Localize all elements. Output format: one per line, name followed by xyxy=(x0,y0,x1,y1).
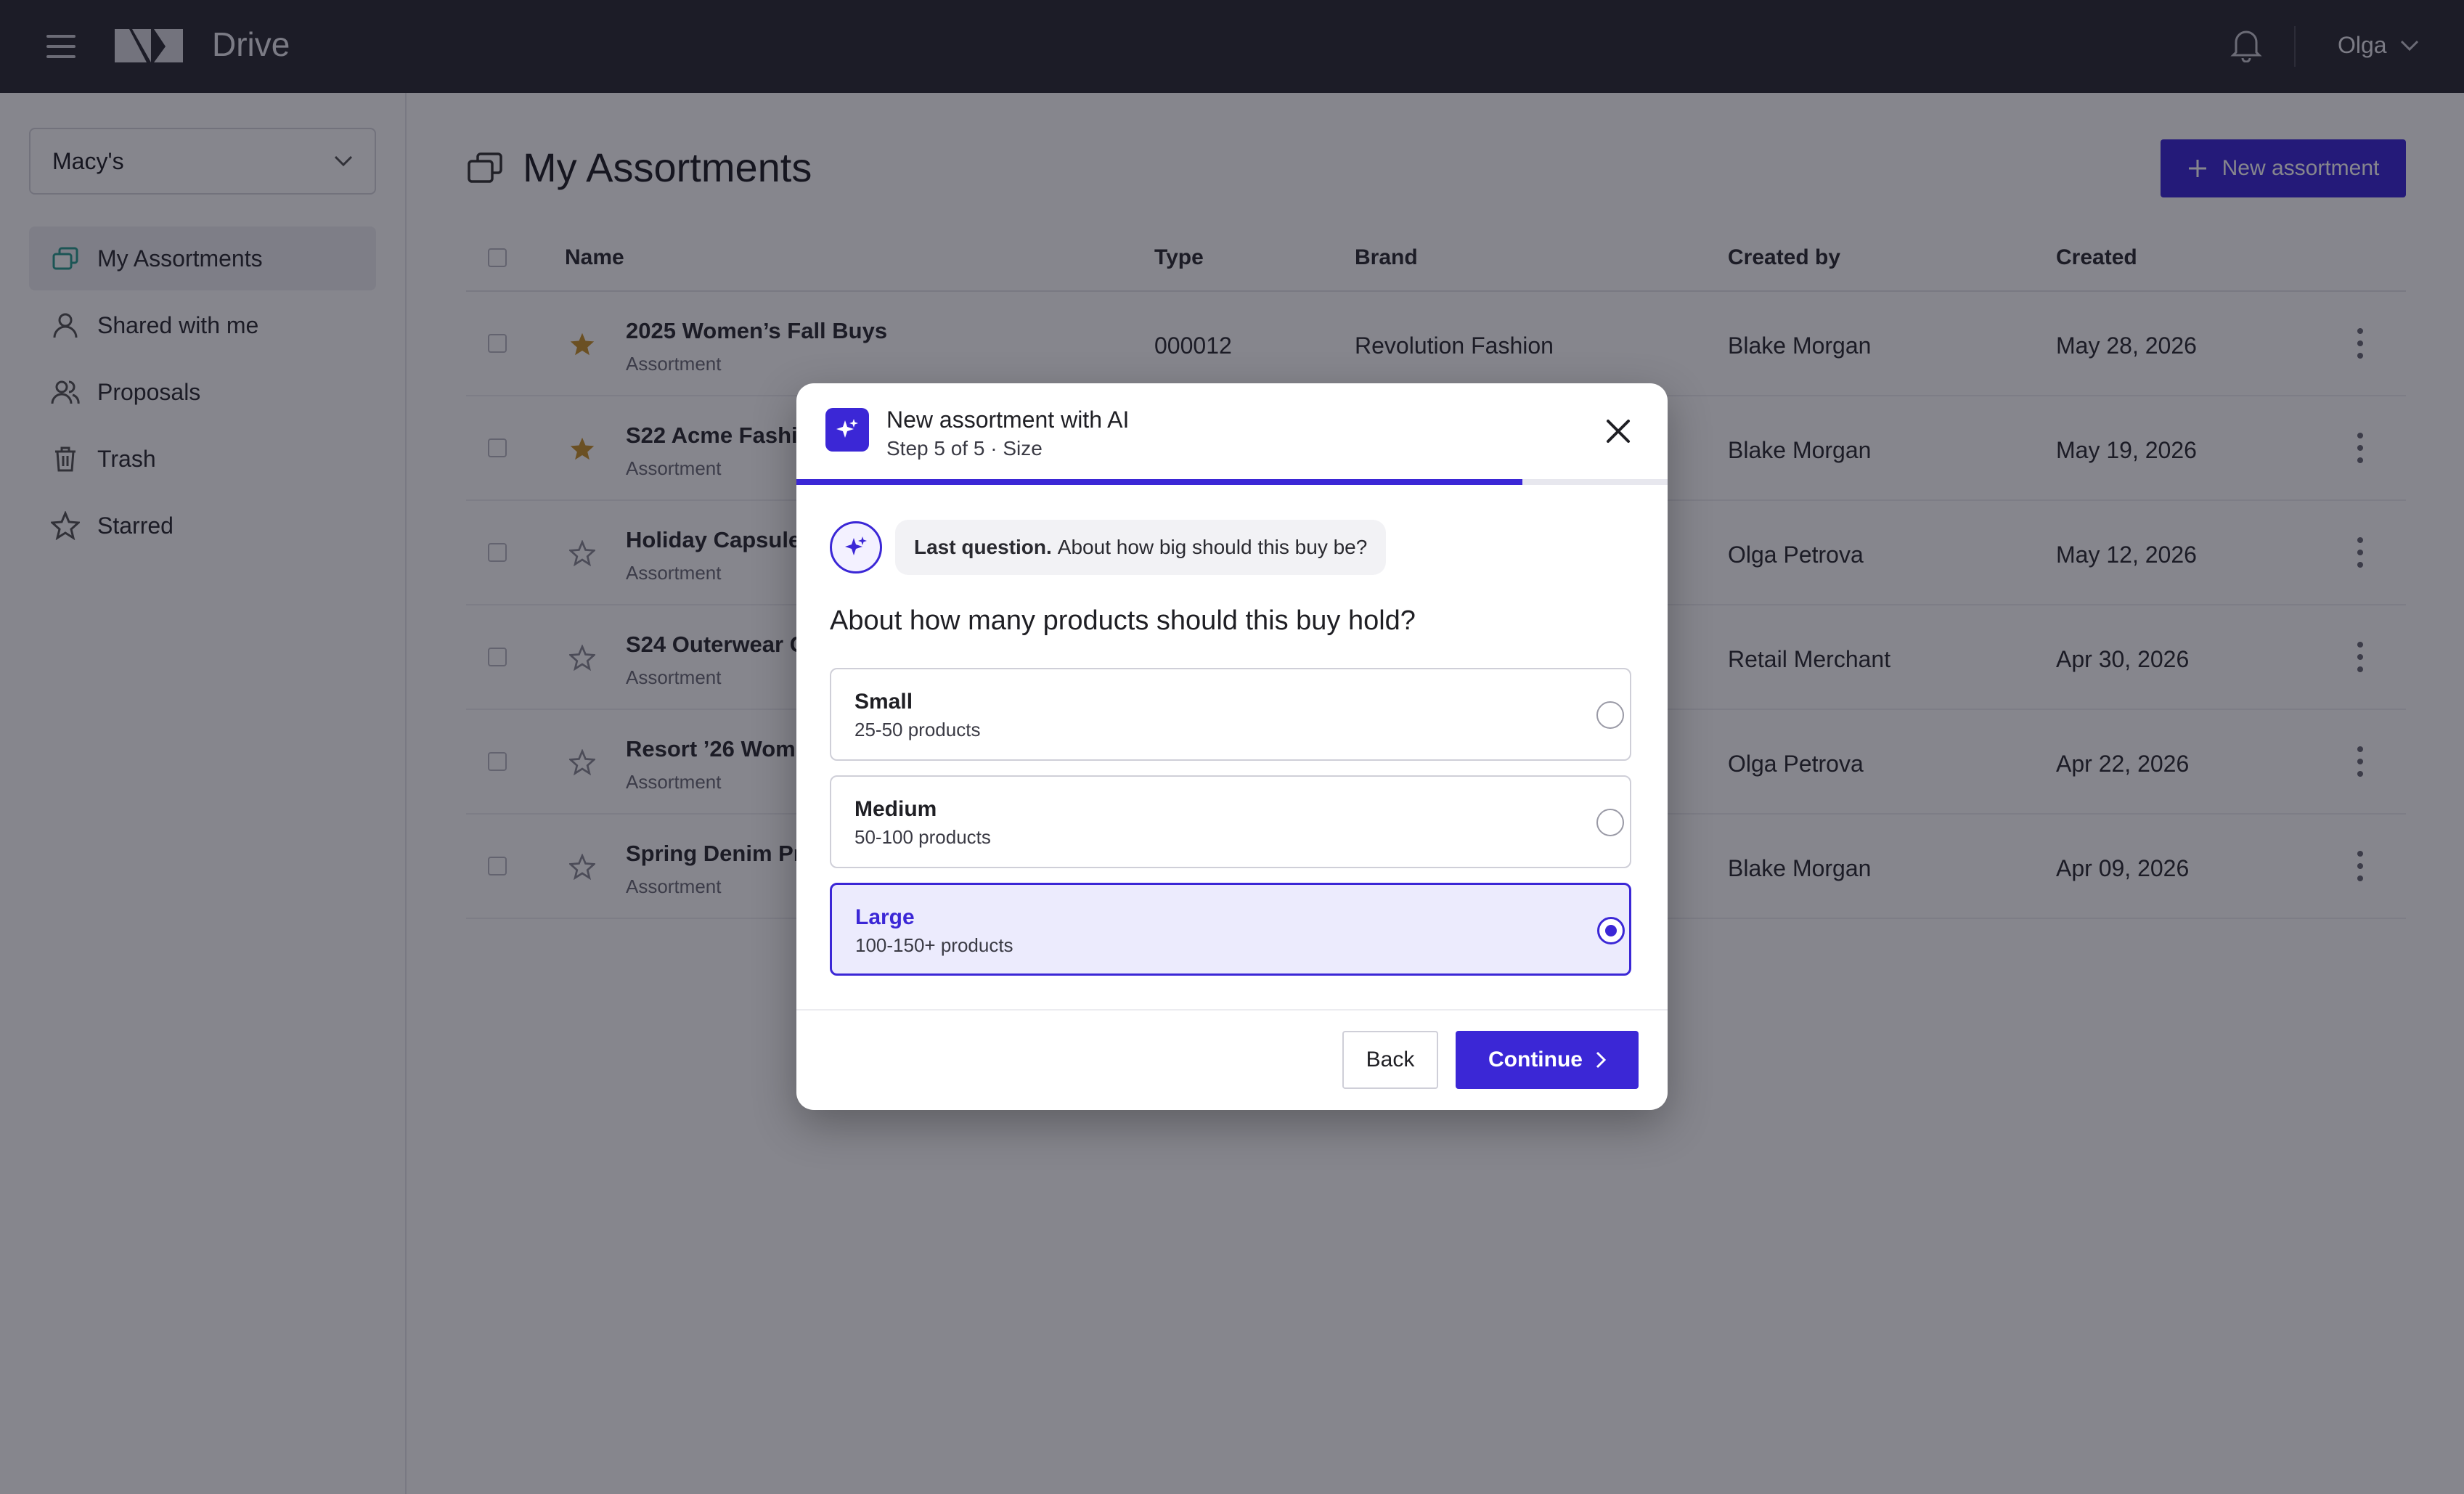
assistant-bubble: Last question. About how big should this… xyxy=(895,520,1387,575)
assistant-avatar xyxy=(830,521,882,573)
option-radio[interactable] xyxy=(1596,701,1624,729)
option-description: 50-100 products xyxy=(854,826,991,848)
sparkle-icon xyxy=(845,536,867,555)
chevron-right-icon xyxy=(1596,1051,1606,1069)
question-heading: About how many products should this buy … xyxy=(830,605,1416,636)
option-description: 25-50 products xyxy=(854,719,981,740)
dialog-footer: Back Continue xyxy=(796,1009,1668,1110)
step-progress-bar xyxy=(796,479,1668,485)
back-button[interactable]: Back xyxy=(1342,1031,1438,1089)
size-options: Small 25-50 products Medium 50-100 produ… xyxy=(830,668,1631,990)
close-icon[interactable] xyxy=(1604,417,1633,446)
option-medium[interactable]: Medium 50-100 products xyxy=(830,775,1631,868)
option-description: 100-150+ products xyxy=(855,934,1013,956)
option-label: Large xyxy=(855,905,915,929)
continue-button[interactable]: Continue xyxy=(1456,1031,1639,1089)
option-radio[interactable] xyxy=(1597,917,1625,944)
option-large[interactable]: Large 100-150+ products xyxy=(830,883,1631,976)
option-label: Medium xyxy=(854,797,937,821)
ai-assortment-dialog: New assortment with AI Step 5 of 5 · Siz… xyxy=(796,383,1668,1110)
step-progress-fill xyxy=(796,479,1522,485)
dialog-title: New assortment with AI xyxy=(886,407,1130,433)
assistant-text: About how big should this buy be? xyxy=(1057,536,1368,558)
continue-label: Continue xyxy=(1488,1048,1583,1071)
dialog-header: New assortment with AI Step 5 of 5 · Siz… xyxy=(796,383,1668,482)
assistant-message: Last question. About how big should this… xyxy=(830,520,1387,575)
dialog-step-subtitle: Step 5 of 5 · Size xyxy=(886,437,1043,460)
option-small[interactable]: Small 25-50 products xyxy=(830,668,1631,761)
option-label: Small xyxy=(854,690,913,714)
assistant-prefix: Last question. xyxy=(914,536,1052,558)
option-radio[interactable] xyxy=(1596,809,1624,836)
ai-sparkle-icon xyxy=(825,408,869,452)
